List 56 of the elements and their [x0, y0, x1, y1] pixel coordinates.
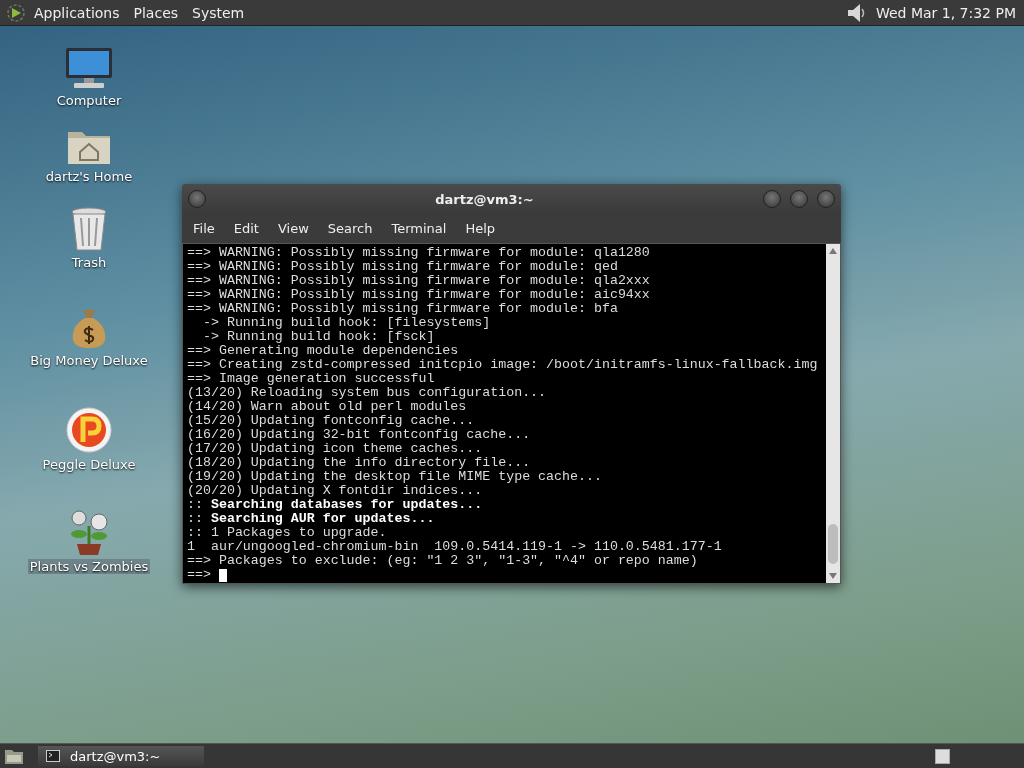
menu-item[interactable]: Help [458, 221, 504, 236]
terminal-line: :: Searching AUR for updates... [187, 512, 435, 526]
menu-item[interactable]: Terminal [384, 221, 455, 236]
scroll-up-icon[interactable] [828, 247, 838, 255]
terminal-line: ==> Packages to exclude: (eg: "1 2 3", "1-3", "^4" or repo name) [187, 554, 698, 568]
menu-item[interactable]: Edit [226, 221, 267, 236]
terminal-line: ==> WARNING: Possibly missing firmware for module: aic94xx [187, 288, 650, 302]
terminal-line: (19/20) Updating the desktop file MIME type cache... [187, 470, 602, 484]
terminal-line: (18/20) Updating the info directory file... [187, 456, 531, 470]
show-desktop-icon[interactable] [4, 747, 24, 765]
terminal-line: :: 1 Packages to upgrade. [187, 526, 387, 540]
menu-logo-icon[interactable] [6, 2, 26, 23]
terminal-line: ==> WARNING: Possibly missing firmware for module: qla2xxx [187, 274, 650, 288]
panel-menu[interactable]: Places [133, 4, 179, 21]
terminal-line: (13/20) Reloading system bus configuration... [187, 386, 547, 400]
scroll-down-icon[interactable] [828, 572, 838, 580]
terminal-line: 1 aur/ungoogled-chromium-bin 109.0.5414.119-1 -> 110.0.5481.177-1 [187, 540, 722, 554]
menu-item[interactable]: File [186, 221, 223, 236]
title-bar[interactable]: dartz@vm3:~ [182, 184, 841, 214]
panel-menu[interactable]: System [192, 4, 245, 21]
window-menu-button[interactable] [188, 190, 206, 208]
window-title: dartz@vm3:~ [434, 191, 535, 207]
taskbar-button[interactable]: dartz@vm3:~ [38, 746, 204, 766]
maximize-button[interactable] [790, 190, 808, 208]
terminal-line: ==> WARNING: Possibly missing firmware for module: qla1280 [187, 246, 650, 260]
workspace-switcher[interactable] [935, 748, 950, 764]
terminal-line: (20/20) Updating X fontdir indices... [187, 484, 483, 498]
panel-menu[interactable]: Applications [34, 4, 120, 21]
terminal-line: (14/20) Warn about old perl modules [187, 400, 467, 414]
terminal-line: (17/20) Updating icon theme caches... [187, 442, 483, 456]
desktop-icon-label[interactable]: Computer [54, 93, 124, 108]
terminal-icon [46, 750, 60, 762]
minimize-button[interactable] [763, 190, 781, 208]
terminal-line: -> Running build hook: [filesystems] [201, 316, 491, 330]
computer-icon[interactable] [64, 46, 114, 90]
terminal-line: ==> Creating zstd-compressed initcpio image: /boot/initramfs-linux-fallback.img [187, 358, 818, 372]
terminal-line: ==> WARNING: Possibly missing firmware for module: bfa [187, 302, 618, 316]
scrollbar-thumb[interactable] [828, 524, 838, 564]
terminal-line: (15/20) Updating fontconfig cache... [187, 414, 475, 428]
terminal-line: ==> Image generation successful [187, 372, 435, 386]
terminal-line: ==> WARNING: Possibly missing firmware for module: qed [187, 260, 618, 274]
terminal-line: ==> Generating module dependencies [187, 344, 459, 358]
terminal-prompt: ==> [187, 568, 211, 582]
menu-item[interactable]: Search [320, 221, 381, 236]
terminal-line: (16/20) Updating 32-bit fontconfig cache... [187, 428, 531, 442]
desktop-icon-label[interactable]: dartz's Home [43, 169, 135, 184]
desktop-icon-label[interactable]: Plants vs Zombies [27, 559, 151, 574]
scrollbar[interactable] [826, 244, 840, 583]
terminal-line: :: Searching databases for updates... [187, 498, 483, 512]
clock[interactable]: Wed Mar 1, 7:32 PM [875, 4, 1016, 21]
menu-item[interactable]: View [270, 221, 317, 236]
desktop-icon-label[interactable]: Trash [69, 255, 109, 270]
peggle-ball-icon[interactable] [65, 406, 113, 454]
close-button[interactable] [817, 190, 835, 208]
trash-icon[interactable] [69, 206, 109, 252]
terminal-line: -> Running build hook: [fsck] [201, 330, 435, 344]
